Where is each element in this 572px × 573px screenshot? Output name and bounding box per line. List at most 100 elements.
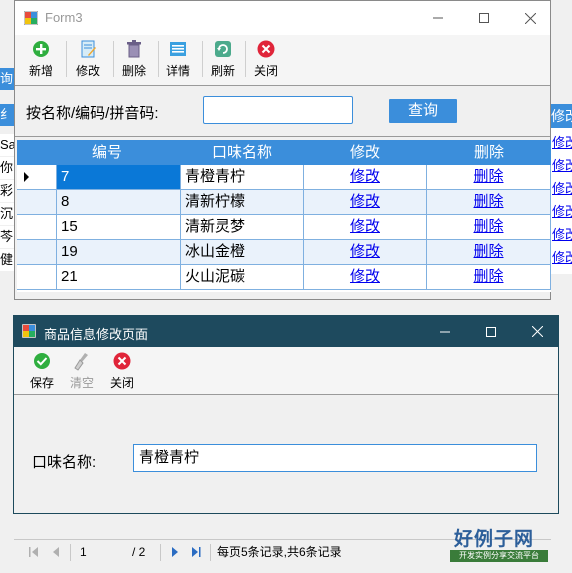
pager-separator [210,544,211,561]
cell-name[interactable]: 清新柠檬 [181,190,304,214]
dialog-minimize-button[interactable] [422,316,468,347]
cell-id[interactable]: 19 [57,240,181,264]
form3-titlebar[interactable]: Form3 [15,1,550,35]
cell-id[interactable]: 7 [57,165,181,189]
minimize-icon [440,331,450,332]
table-row[interactable]: 19 冰山金橙 修改 删除 [17,240,551,265]
details-label: 详情 [166,64,191,78]
trash-icon [127,40,141,58]
last-page-icon[interactable] [190,546,202,558]
details-icon [170,42,186,56]
column-header-delete[interactable]: 删除 [427,140,551,165]
dialog-close-tool-button[interactable]: 关闭 [110,349,134,393]
dialog-maximize-button[interactable] [468,316,514,347]
refresh-label: 刷新 [211,64,236,78]
cell-id[interactable]: 15 [57,215,181,239]
minimize-button[interactable] [415,1,461,35]
maximize-icon [479,13,489,23]
app-icon [22,324,36,338]
current-page-input[interactable]: 1 [80,544,128,561]
details-button[interactable]: 详情 [166,37,190,81]
bg-edit-link[interactable]: 修改 [552,132,572,154]
save-check-icon [34,353,50,369]
save-button[interactable]: 保存 [30,349,54,393]
dialog-title: 商品信息修改页面 [44,327,149,342]
cell-name[interactable]: 清新灵梦 [181,215,304,239]
edit-link[interactable]: 修改 [304,240,427,264]
edit-link[interactable]: 修改 [304,165,427,189]
bg-edit-link[interactable]: 修改 [552,224,572,246]
row-header[interactable] [17,165,57,189]
bg-edit-link[interactable]: 修改 [552,247,572,269]
save-label: 保存 [30,376,55,390]
row-header[interactable] [17,265,57,289]
table-row[interactable]: 7 青橙青柠 修改 删除 [17,165,551,190]
close-form-label: 关闭 [254,64,279,78]
cell-name[interactable]: 青橙青柠 [181,165,304,189]
bg-edit-link[interactable]: 修改 [552,178,572,200]
cell-id[interactable]: 21 [57,265,181,289]
row-header[interactable] [17,215,57,239]
maximize-button[interactable] [461,1,507,35]
close-icon [524,12,536,24]
previous-page-icon[interactable] [50,546,62,558]
delete-link[interactable]: 删除 [427,215,551,239]
edit-button[interactable]: 修改 [76,37,100,81]
column-header-id[interactable]: 编号 [57,140,157,165]
pager-separator [70,544,71,561]
cell-name[interactable]: 冰山金橙 [181,240,304,264]
table-row[interactable]: 8 清新柠檬 修改 删除 [17,190,551,215]
bg-edit-link[interactable]: 修改 [552,155,572,177]
search-input[interactable] [203,96,353,124]
table-row[interactable]: 15 清新灵梦 修改 删除 [17,215,551,240]
edit-icon [81,40,96,58]
delete-link[interactable]: 删除 [427,165,551,189]
delete-link[interactable]: 删除 [427,240,551,264]
edit-dialog-window: 商品信息修改页面 保存 清空 关闭 口味名称: 青橙青柠 [13,315,559,514]
refresh-icon [215,41,231,57]
toolbar-separator [113,41,114,77]
flavor-name-input[interactable]: 青橙青柠 [133,444,537,472]
first-page-icon[interactable] [28,546,40,558]
column-header-name[interactable]: 口味名称 [181,140,303,165]
bg-row-fragment: Sa [0,134,14,156]
bg-edit-header: 修改 [551,104,572,128]
clear-label: 清空 [70,376,95,390]
close-icon [531,326,543,337]
delete-link[interactable]: 删除 [427,190,551,214]
app-icon [24,11,38,25]
form3-toolbar: 新增 修改 删除 详情 刷新 关闭 [15,35,550,85]
close-circle-icon [257,40,275,58]
flavor-name-label: 口味名称: [32,454,97,471]
row-header[interactable] [17,190,57,214]
close-button[interactable] [507,1,553,35]
edit-link[interactable]: 修改 [304,190,427,214]
cell-id[interactable]: 8 [57,190,181,214]
bg-row-fragment: 彩 [0,180,14,202]
delete-button[interactable]: 删除 [122,37,146,81]
column-header-edit[interactable]: 修改 [304,140,426,165]
search-label: 按名称/编码/拼音码: [26,105,159,122]
row-header[interactable] [17,240,57,264]
close-form-button[interactable]: 关闭 [254,37,278,81]
delete-label: 删除 [122,64,147,78]
table-row[interactable]: 21 火山泥碳 修改 删除 [17,265,551,290]
background-window-left-fragment: 询 纟 Sa 你 彩 沉 芩 健 [0,64,14,274]
clear-button[interactable]: 清空 [70,349,94,393]
delete-link[interactable]: 删除 [427,265,551,289]
edit-link[interactable]: 修改 [304,265,427,289]
dialog-close-button[interactable] [514,316,560,347]
cell-name[interactable]: 火山泥碳 [181,265,304,289]
dialog-titlebar[interactable]: 商品信息修改页面 [14,316,558,347]
add-button[interactable]: 新增 [29,37,53,81]
broom-icon [74,353,88,371]
bg-row-fragment: 健 [0,249,14,271]
next-page-icon[interactable] [169,546,181,558]
refresh-button[interactable]: 刷新 [211,37,235,81]
record-summary: 每页5条记录,共6条记录 [217,545,342,559]
query-button[interactable]: 查询 [389,99,457,123]
edit-link[interactable]: 修改 [304,215,427,239]
toolbar-separator [202,41,203,77]
add-icon [33,41,49,57]
bg-edit-link[interactable]: 修改 [552,201,572,223]
